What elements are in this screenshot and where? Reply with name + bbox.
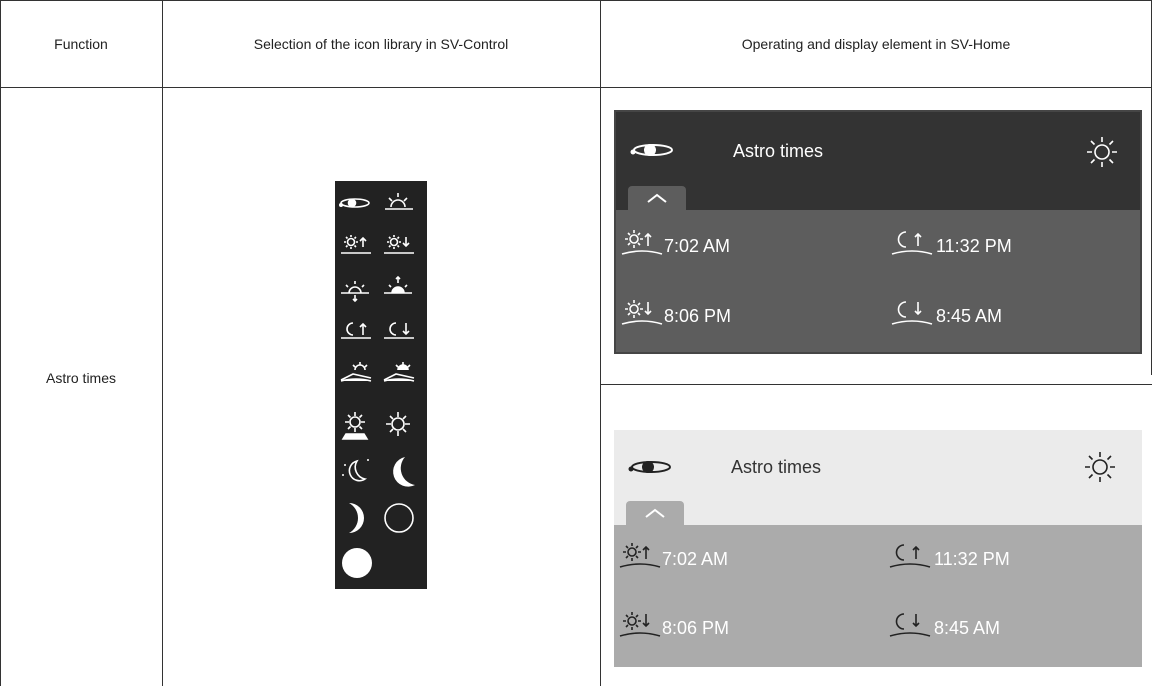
dusk-icon[interactable] — [383, 362, 415, 382]
dawn-icon[interactable] — [340, 362, 372, 382]
widget-header-bar — [614, 430, 1142, 525]
sunrise-time: 7:02 AM — [662, 549, 729, 569]
moonrise-icon — [889, 544, 931, 568]
moonrise-time: 11:32 PM — [934, 549, 1010, 569]
astro-orbit-icon — [630, 144, 673, 156]
moonset-time: 8:45 AM — [936, 306, 1003, 326]
table-subrow-border — [600, 384, 1152, 385]
astro-widget-light: Astro times 7:02 AM 11:32 PM 8:06 PM 8:4… — [614, 430, 1142, 667]
moonset-time: 8:45 AM — [934, 618, 1001, 638]
sunrise-time: 7:02 AM — [664, 236, 731, 256]
waning-moon-icon[interactable] — [349, 503, 364, 533]
sun-rising-icon[interactable] — [384, 275, 412, 294]
widget-title: Astro times — [733, 141, 824, 161]
widget-title: Astro times — [731, 457, 822, 477]
chevron-up-icon — [647, 193, 667, 203]
sunrise-up-icon — [621, 230, 663, 255]
chevron-up-icon — [645, 508, 665, 518]
moonset-icon — [891, 301, 933, 325]
moon-stars-icon[interactable] — [342, 459, 369, 482]
sun-icon[interactable] — [386, 412, 410, 436]
moonset-icon[interactable] — [384, 322, 414, 339]
sunset-time: 8:06 PM — [662, 618, 730, 638]
table-col1-border — [162, 0, 163, 686]
collapse-tab[interactable] — [628, 186, 686, 210]
moonrise-icon[interactable] — [341, 322, 371, 339]
function-label: Astro times — [45, 370, 116, 386]
table-col2-border — [600, 0, 601, 686]
sunrise-up-icon — [619, 543, 661, 568]
table-left-border — [0, 0, 1, 686]
collapse-tab[interactable] — [626, 501, 684, 525]
full-moon-icon[interactable] — [342, 548, 372, 578]
icon-library-strip — [335, 181, 427, 589]
header-icon-library: Selection of the icon library in SV-Cont… — [253, 36, 509, 52]
sun-icon[interactable] — [1084, 134, 1120, 170]
header-display-element: Operating and display element in SV-Home — [741, 36, 1011, 52]
header-function: Function — [54, 36, 108, 52]
sun-setting-icon[interactable] — [341, 281, 369, 303]
sunrise-up-icon[interactable] — [341, 235, 371, 254]
moonrise-time: 11:32 PM — [936, 236, 1012, 256]
moonrise-icon — [891, 231, 933, 255]
astro-orbit-icon[interactable] — [339, 198, 370, 208]
sunrise-horizon-icon[interactable] — [385, 193, 413, 210]
sunset-down-icon — [621, 300, 663, 325]
astro-orbit-icon — [628, 461, 671, 473]
moonset-icon — [889, 613, 931, 637]
new-moon-icon[interactable] — [384, 503, 414, 533]
sun-icon[interactable] — [1082, 449, 1118, 485]
sunset-time: 8:06 PM — [664, 306, 732, 326]
widget-header-bar — [616, 112, 1140, 210]
sun-solar-panel-icon[interactable] — [341, 412, 369, 440]
crescent-moon-icon[interactable] — [393, 457, 415, 487]
astro-widget-dark: Astro times 7:02 AM 11:32 PM 8:06 PM 8:4… — [614, 110, 1142, 354]
sunset-down-icon — [619, 612, 661, 637]
sunset-down-icon[interactable] — [384, 235, 414, 254]
